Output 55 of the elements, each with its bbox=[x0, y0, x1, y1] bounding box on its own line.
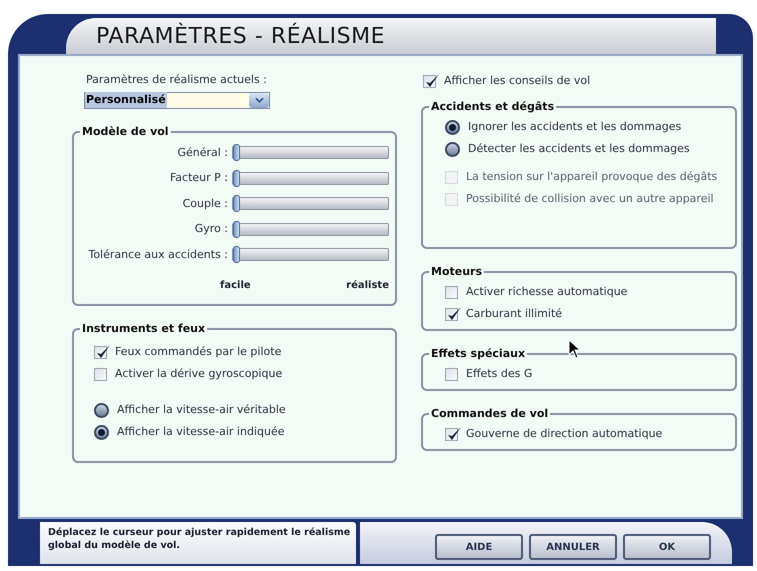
slider-thumb[interactable] bbox=[233, 195, 240, 212]
option-label: Carburant illimité bbox=[466, 306, 562, 322]
checkbox[interactable] bbox=[445, 308, 458, 320]
radio-button[interactable] bbox=[445, 142, 460, 156]
option-label: Possibilité de collision avec un autre appareil bbox=[466, 190, 714, 207]
slider-label: Général : bbox=[177, 144, 228, 160]
preset-label: Paramètres de réalisme actuels : bbox=[86, 72, 268, 88]
slider-track[interactable] bbox=[232, 146, 389, 160]
dialog-button[interactable]: ANNULER bbox=[529, 534, 617, 560]
checkbox[interactable] bbox=[445, 428, 458, 440]
window-title: PARAMÈTRES - RÉALISME bbox=[96, 22, 386, 50]
group-title: Accidents et dégâts bbox=[429, 99, 556, 115]
preset-dropdown[interactable]: Personnalisé bbox=[84, 92, 270, 108]
slider-thumb[interactable] bbox=[233, 170, 240, 187]
help-text: Déplacez le curseur pour ajuster rapidement le réalisme global du modèle de vol. bbox=[48, 526, 352, 552]
slider-thumb[interactable] bbox=[233, 144, 240, 162]
checkmark-icon bbox=[95, 344, 111, 360]
min-label: facile bbox=[220, 279, 251, 293]
option-label: Afficher la vitesse-air indiquée bbox=[117, 424, 284, 440]
option-label: Ignorer les accidents et les dommages bbox=[468, 118, 682, 135]
option-label: Feux commandés par le pilote bbox=[115, 344, 282, 360]
group-title: Effets spéciaux bbox=[429, 346, 528, 362]
option-label: Détecter les accidents et les dommages bbox=[468, 140, 690, 157]
checkbox[interactable] bbox=[423, 74, 436, 88]
max-label: réaliste bbox=[346, 279, 389, 293]
slider-label: Tolérance aux accidents : bbox=[88, 246, 228, 262]
checkbox[interactable] bbox=[94, 368, 107, 381]
slider-label: Couple : bbox=[182, 196, 228, 212]
checkmark-icon bbox=[446, 306, 462, 322]
option-label: Afficher les conseils de vol bbox=[444, 72, 590, 89]
option-label: Effets des G bbox=[466, 366, 532, 382]
option-label: Activer richesse automatique bbox=[466, 284, 628, 300]
checkmark-icon bbox=[424, 72, 440, 88]
option-label: Activer la dérive gyroscopique bbox=[115, 366, 282, 382]
slider-label: Gyro : bbox=[194, 221, 228, 237]
slider-track[interactable] bbox=[232, 197, 389, 210]
slider-track[interactable] bbox=[232, 248, 389, 262]
cursor-icon bbox=[568, 339, 582, 359]
checkmark-icon bbox=[446, 426, 462, 442]
checkbox[interactable] bbox=[445, 286, 458, 298]
option-label: La tension sur l'appareil provoque des dégâts bbox=[466, 168, 718, 185]
option-label: Afficher la vitesse-air véritable bbox=[117, 402, 286, 418]
radio-button[interactable] bbox=[94, 403, 109, 418]
option-label: Gouverne de direction automatique bbox=[466, 426, 662, 442]
radio-button[interactable] bbox=[445, 120, 460, 134]
radio-button[interactable] bbox=[94, 425, 109, 440]
checkbox[interactable] bbox=[94, 346, 107, 359]
slider-track[interactable] bbox=[232, 222, 389, 236]
dialog-button[interactable]: AIDE bbox=[435, 534, 523, 560]
slider-thumb[interactable] bbox=[233, 246, 240, 264]
slider-track[interactable] bbox=[232, 172, 389, 185]
dialog-button[interactable]: OK bbox=[623, 534, 711, 560]
slider-thumb[interactable] bbox=[233, 220, 240, 238]
slider-label: Facteur P : bbox=[170, 170, 228, 186]
checkbox[interactable] bbox=[445, 368, 458, 380]
